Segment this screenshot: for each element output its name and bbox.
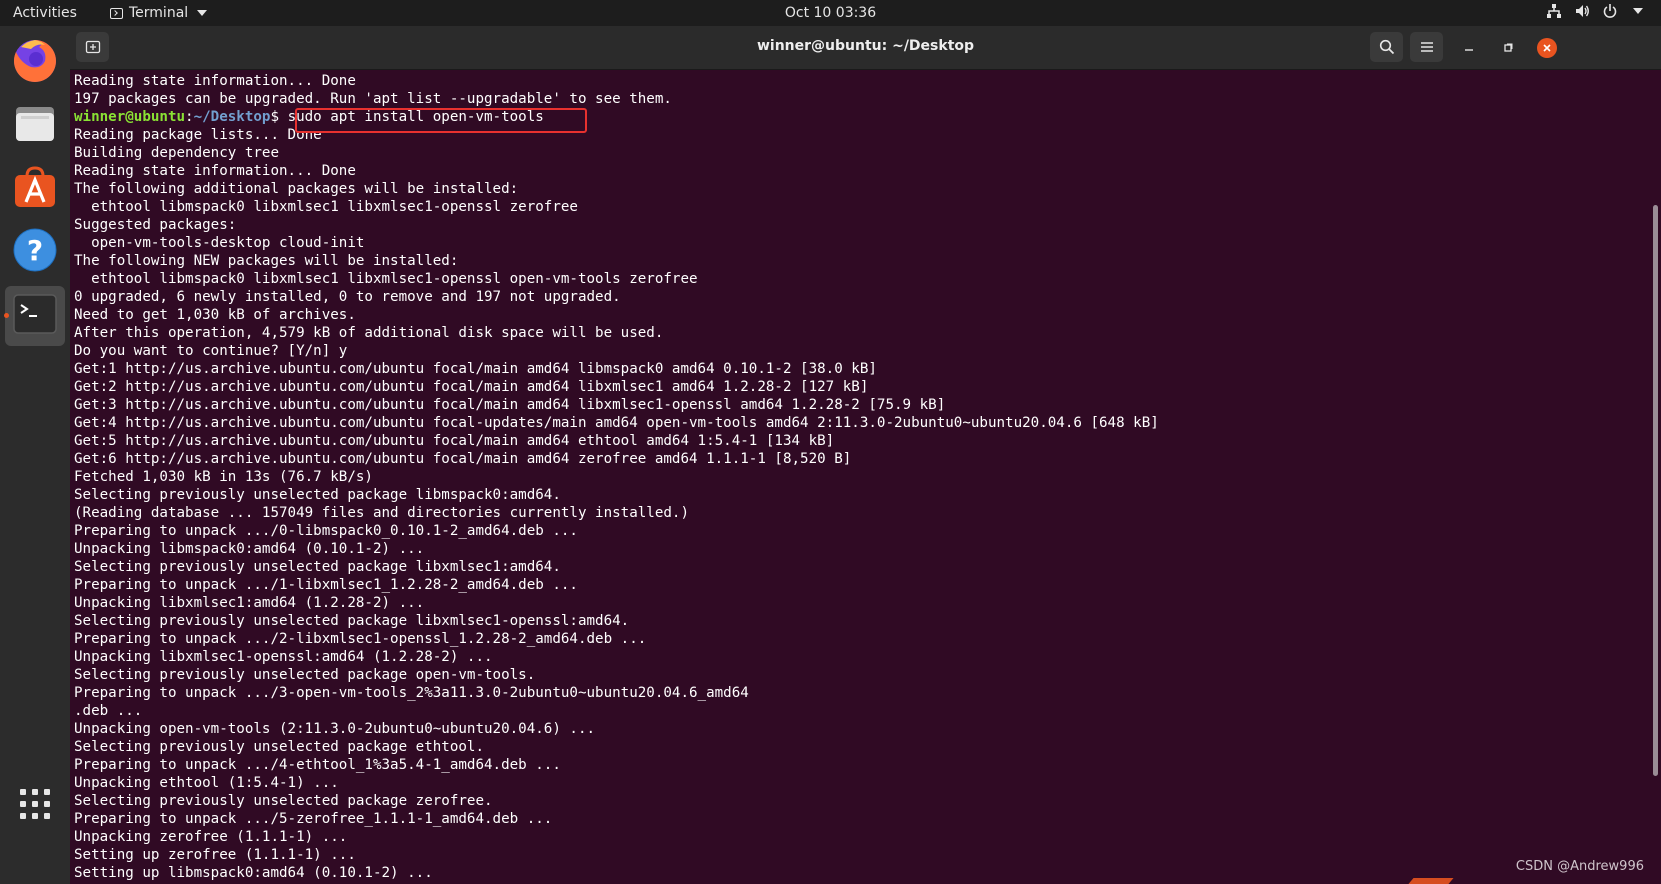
search-button[interactable] (1370, 32, 1403, 62)
terminal-line: open-vm-tools-desktop cloud-init (74, 235, 365, 251)
terminal-line: Reading package lists... Done (74, 127, 322, 143)
terminal-line: Get:1 http://us.archive.ubuntu.com/ubunt… (74, 361, 877, 377)
dock-item-files[interactable] (5, 96, 65, 156)
scrollbar[interactable] (1649, 70, 1661, 884)
terminal-line: Preparing to unpack .../2-libxmlsec1-ope… (74, 631, 647, 647)
terminal-line: Fetched 1,030 kB in 13s (76.7 kB/s) (74, 469, 373, 485)
terminal-line: Selecting previously unselected package … (74, 613, 630, 629)
terminal-line: Need to get 1,030 kB of archives. (74, 307, 356, 323)
terminal-line: Preparing to unpack .../3-open-vm-tools_… (74, 685, 749, 701)
close-icon (1537, 38, 1557, 58)
volume-icon[interactable] (1574, 3, 1590, 19)
dock-item-terminal[interactable] (5, 286, 65, 346)
terminal-line: Get:4 http://us.archive.ubuntu.com/ubunt… (74, 415, 1159, 431)
terminal-line: Suggested packages: (74, 217, 237, 233)
terminal-line: Selecting previously unselected package … (74, 793, 493, 809)
minimize-icon (1465, 49, 1473, 51)
terminal-line: Get:2 http://us.archive.ubuntu.com/ubunt… (74, 379, 869, 395)
terminal-line: Unpacking libxmlsec1:amd64 (1.2.28-2) ..… (74, 595, 425, 611)
top-bar: Activities Terminal Oct 10 03:36 (0, 0, 1661, 26)
terminal-line: (Reading database ... 157049 files and d… (74, 505, 689, 521)
terminal-line: Unpacking libxmlsec1-openssl:amd64 (1.2.… (74, 649, 493, 665)
terminal-output[interactable]: Reading state information... Done 197 pac… (70, 70, 1661, 884)
terminal-line: Preparing to unpack .../1-libxmlsec1_1.2… (74, 577, 578, 593)
scrollbar-thumb[interactable] (1653, 205, 1658, 776)
corner-decoration (1408, 878, 1454, 884)
files-icon (13, 102, 57, 150)
svg-text:?: ? (27, 234, 43, 267)
system-tray[interactable] (1546, 3, 1643, 19)
power-icon[interactable] (1602, 3, 1618, 19)
maximize-icon (1504, 43, 1513, 52)
prompt-symbol: $ (270, 109, 288, 125)
firefox-icon (11, 37, 59, 89)
running-indicator (4, 313, 9, 318)
terminal-line: Do you want to continue? [Y/n] y (74, 343, 348, 359)
menu-button[interactable] (1410, 32, 1443, 62)
terminal-line: Selecting previously unselected package … (74, 667, 536, 683)
watermark: CSDN @Andrew996 (1515, 859, 1644, 874)
terminal-line: Get:5 http://us.archive.ubuntu.com/ubunt… (74, 433, 835, 449)
terminal-line: The following NEW packages will be insta… (74, 253, 459, 269)
terminal-line: Preparing to unpack .../0-libmspack0_0.1… (74, 523, 578, 539)
terminal-line: Preparing to unpack .../5-zerofree_1.1.1… (74, 811, 553, 827)
terminal-line: Reading state information... Done (74, 73, 356, 89)
terminal-line: Unpacking open-vm-tools (2:11.3.0-2ubunt… (74, 721, 596, 737)
terminal-icon (13, 294, 57, 338)
terminal-line: Building dependency tree (74, 145, 279, 161)
terminal-line: Selecting previously unselected package … (74, 739, 484, 755)
terminal-line: Selecting previously unselected package … (74, 559, 561, 575)
terminal-line: Reading state information... Done (74, 163, 356, 179)
maximize-button[interactable] (1497, 37, 1519, 59)
dock-item-firefox[interactable] (5, 33, 65, 93)
chevron-down-icon[interactable] (1633, 8, 1643, 14)
terminal-line: ethtool libmspack0 libxmlsec1 libxmlsec1… (74, 271, 698, 287)
clock[interactable]: Oct 10 03:36 (0, 5, 1661, 21)
terminal-line: Preparing to unpack .../4-ethtool_1%3a5.… (74, 757, 561, 773)
dock-item-show-apps[interactable] (5, 776, 65, 836)
help-icon: ? (12, 227, 58, 277)
prompt-path: ~/Desktop (193, 109, 271, 125)
terminal-line: .deb ... (74, 703, 143, 719)
terminal-line: Unpacking libmspack0:amd64 (0.10.1-2) ..… (74, 541, 425, 557)
terminal-line: The following additional packages will b… (74, 181, 519, 197)
software-icon (12, 164, 58, 214)
terminal-line: Setting up zerofree (1.1.1-1) ... (74, 847, 356, 863)
dock-item-software[interactable] (5, 159, 65, 219)
terminal-line: 197 packages can be upgraded. Run 'apt l… (74, 91, 672, 107)
prompt-user: winner@ubuntu (74, 109, 186, 125)
network-icon[interactable] (1546, 3, 1562, 19)
command-highlight-box (295, 108, 587, 133)
terminal-line: Get:6 http://us.archive.ubuntu.com/ubunt… (74, 451, 852, 467)
window-headerbar: winner@ubuntu: ~/Desktop (70, 26, 1661, 70)
minimize-button[interactable] (1458, 37, 1480, 59)
terminal-text: Reading state information... Done 197 pac… (74, 72, 1159, 882)
prompt-line: winner@ubuntu:~/Desktop$ sudo apt instal… (74, 108, 1159, 126)
terminal-line: Get:3 http://us.archive.ubuntu.com/ubunt… (74, 397, 946, 413)
terminal-line: 0 upgraded, 6 newly installed, 0 to remo… (74, 289, 621, 305)
dock-item-help[interactable]: ? (5, 222, 65, 282)
prompt-separator: : (185, 109, 194, 125)
show-apps-icon (19, 788, 51, 824)
terminal-line: Setting up libmspack0:amd64 (0.10.1-2) .… (74, 865, 433, 881)
close-button[interactable] (1536, 37, 1558, 59)
dock: ? (0, 26, 70, 884)
terminal-line: Unpacking ethtool (1:5.4-1) ... (74, 775, 339, 791)
terminal-line: After this operation, 4,579 kB of additi… (74, 325, 664, 341)
search-icon (1379, 39, 1394, 55)
terminal-line: ethtool libmspack0 libxmlsec1 libxmlsec1… (74, 199, 578, 215)
terminal-line: Selecting previously unselected package … (74, 487, 561, 503)
hamburger-icon (1420, 42, 1433, 52)
terminal-line: Unpacking zerofree (1.1.1-1) ... (74, 829, 348, 845)
